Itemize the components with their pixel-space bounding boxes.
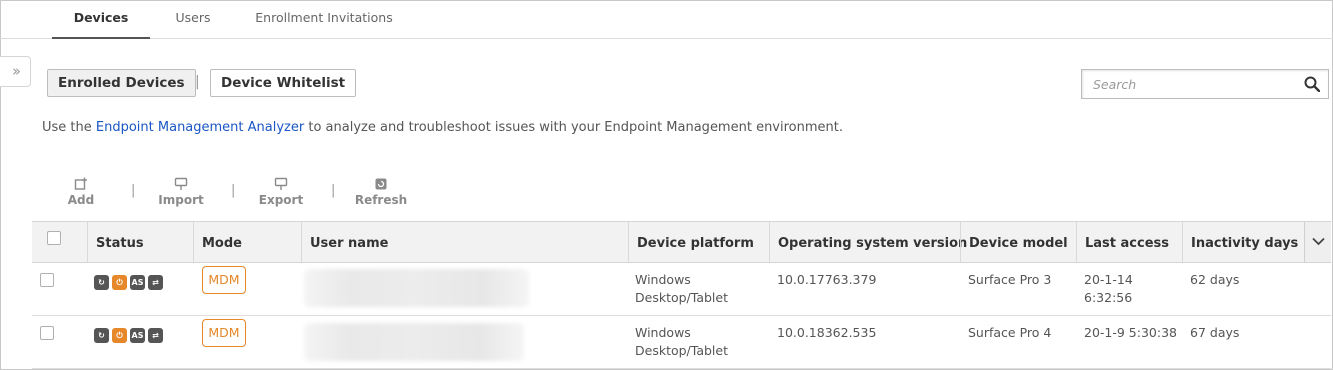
shuffle-status-icon: ⇄ bbox=[148, 275, 163, 290]
column-device-model[interactable]: Device model bbox=[960, 222, 1076, 262]
export-button[interactable]: Export bbox=[253, 177, 309, 207]
shuffle-status-icon: ⇄ bbox=[148, 328, 163, 343]
column-user-name[interactable]: User name bbox=[301, 222, 628, 262]
row-checkbox[interactable] bbox=[40, 273, 54, 287]
sync-status-icon: ↻ bbox=[94, 275, 109, 290]
top-tabs: Devices Users Enrollment Invitations bbox=[0, 0, 1333, 39]
last-access-cell: 20-1-9 5:30:38 bbox=[1084, 325, 1177, 340]
search-input[interactable]: Search bbox=[1081, 69, 1329, 99]
column-os-version[interactable]: Operating system version bbox=[769, 222, 967, 262]
column-status[interactable]: Status bbox=[87, 222, 193, 262]
row-checkbox[interactable] bbox=[40, 326, 54, 340]
double-chevron-right-icon: ›› bbox=[12, 62, 21, 80]
toolbar-separator: | bbox=[131, 183, 136, 198]
tab-users[interactable]: Users bbox=[160, 0, 226, 39]
tab-enrollment-invitations[interactable]: Enrollment Invitations bbox=[248, 0, 400, 39]
toolbar-separator: | bbox=[231, 183, 236, 198]
table-row[interactable]: ↻ ⏻ AS ⇄ MDM Windows Desktop/Tablet 10.0.… bbox=[32, 263, 1331, 316]
import-button[interactable]: Import bbox=[153, 177, 209, 207]
add-device-icon bbox=[74, 177, 87, 190]
search-icon[interactable] bbox=[1304, 76, 1320, 92]
sync-status-icon: ↻ bbox=[94, 328, 109, 343]
export-label: Export bbox=[258, 193, 304, 207]
mode-badge: MDM bbox=[202, 319, 246, 347]
redacted-user-name bbox=[304, 323, 524, 361]
table-row[interactable]: ↻ ⏻ AS ⇄ MDM Windows Desktop/Tablet 10.0.… bbox=[32, 316, 1331, 369]
device-model-cell: Surface Pro 3 bbox=[968, 272, 1052, 287]
info-suffix: to analyze and troubleshoot issues with … bbox=[304, 120, 843, 135]
select-all-checkbox[interactable] bbox=[47, 231, 61, 245]
as-status-icon: AS bbox=[130, 328, 145, 343]
table-header: Status Mode User name Device platform Op… bbox=[32, 221, 1331, 263]
device-model-cell: Surface Pro 4 bbox=[968, 325, 1052, 340]
analyzer-link[interactable]: Endpoint Management Analyzer bbox=[96, 120, 304, 135]
import-label: Import bbox=[158, 193, 204, 207]
analyzer-info: Use the Endpoint Management Analyzer to … bbox=[42, 120, 843, 135]
column-mode[interactable]: Mode bbox=[193, 222, 301, 262]
column-menu-button[interactable] bbox=[1304, 222, 1331, 262]
device-platform-cell: Windows Desktop/Tablet bbox=[635, 325, 728, 358]
search-placeholder: Search bbox=[1093, 77, 1137, 92]
power-status-icon: ⏻ bbox=[112, 328, 127, 343]
last-access-cell: 20-1-14 6:32:56 bbox=[1084, 272, 1133, 305]
device-platform-cell: Windows Desktop/Tablet bbox=[635, 272, 728, 305]
refresh-button[interactable]: Refresh bbox=[353, 177, 409, 207]
expand-sidebar-button[interactable]: ›› bbox=[0, 56, 31, 87]
inactivity-days-cell: 62 days bbox=[1190, 272, 1240, 287]
refresh-label: Refresh bbox=[354, 193, 408, 207]
subnav-separator: | bbox=[195, 74, 200, 90]
enrolled-devices-button[interactable]: Enrolled Devices bbox=[47, 69, 196, 97]
inactivity-days-cell: 67 days bbox=[1190, 325, 1240, 340]
os-version-cell: 10.0.18362.535 bbox=[777, 325, 877, 340]
as-status-icon: AS bbox=[130, 275, 145, 290]
toolbar-separator: | bbox=[331, 183, 336, 198]
column-inactivity-days[interactable]: Inactivity days bbox=[1182, 222, 1304, 262]
chevron-down-icon bbox=[1312, 237, 1325, 246]
column-last-access[interactable]: Last access bbox=[1076, 222, 1182, 262]
import-icon bbox=[174, 177, 188, 190]
mode-badge: MDM bbox=[202, 266, 246, 294]
os-version-cell: 10.0.17763.379 bbox=[777, 272, 877, 287]
add-label: Add bbox=[67, 193, 95, 207]
refresh-icon bbox=[375, 178, 387, 190]
export-icon bbox=[274, 177, 288, 190]
info-prefix: Use the bbox=[42, 120, 96, 135]
column-device-platform[interactable]: Device platform bbox=[628, 222, 769, 262]
add-button[interactable]: Add bbox=[53, 177, 109, 207]
power-status-icon: ⏻ bbox=[112, 275, 127, 290]
device-whitelist-button[interactable]: Device Whitelist bbox=[210, 69, 357, 97]
redacted-user-name bbox=[304, 269, 529, 307]
tab-devices[interactable]: Devices bbox=[52, 0, 150, 39]
